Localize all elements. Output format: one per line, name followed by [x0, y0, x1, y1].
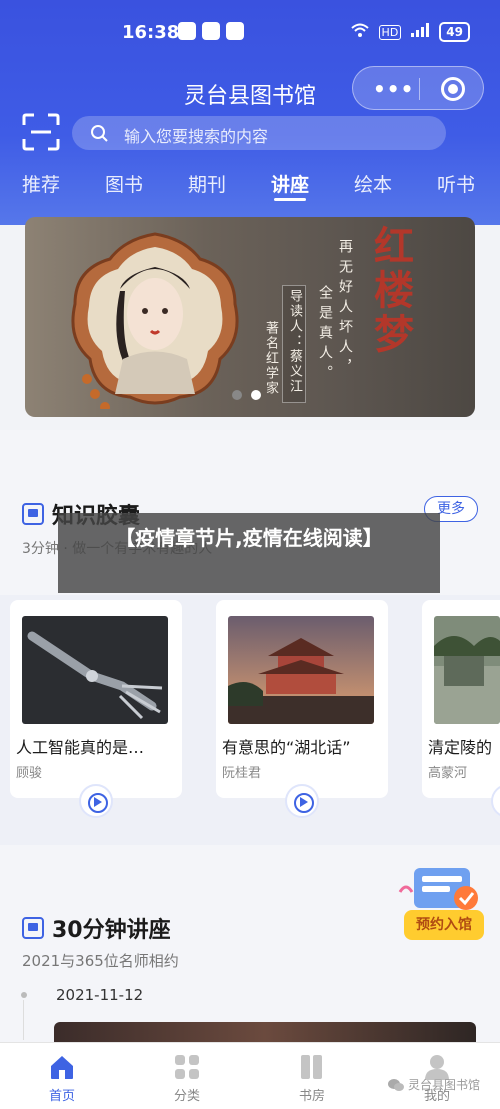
- tomb-image: [434, 616, 500, 724]
- carousel-dots: [232, 390, 261, 400]
- battery-icon: 49: [439, 22, 470, 42]
- lecture-title: 30分钟讲座: [52, 918, 171, 943]
- carousel-dot[interactable]: [232, 390, 242, 400]
- mini-program-capsule[interactable]: •••: [352, 66, 484, 110]
- status-time: 16:38: [122, 22, 180, 43]
- app-notification-icon: [226, 22, 244, 40]
- search-icon: [91, 125, 108, 142]
- status-bar: 16:38 HD 49: [0, 0, 500, 64]
- tab-audiobooks[interactable]: 听书: [437, 170, 475, 197]
- opera-figure-image: [71, 232, 239, 409]
- banner-carousel[interactable]: 导读人：蔡义江 著名红学家 再无好人坏人， 全是真人。 红楼梦: [25, 217, 475, 417]
- play-button[interactable]: [79, 784, 113, 818]
- wifi-icon: [350, 23, 369, 41]
- banner-line-1: 再无好人坏人，: [337, 239, 353, 379]
- card-title: 清定陵的: [428, 738, 493, 757]
- signal-icon: [411, 23, 430, 41]
- tabbar-category[interactable]: 分类: [137, 1043, 237, 1109]
- app-notification-icon: [178, 22, 196, 40]
- wechat-icon: [388, 1078, 404, 1091]
- tabbar-label: 分类: [173, 1089, 200, 1104]
- tabbar-label: 书房: [298, 1089, 325, 1104]
- lecture-subtitle: 2021与365位名师相约: [22, 952, 179, 970]
- reserve-entry-button[interactable]: 预约入馆: [396, 862, 488, 958]
- search-input[interactable]: 输入您要搜索的内容: [72, 116, 446, 150]
- timeline-line: [23, 1000, 24, 1040]
- search-placeholder: 输入您要搜索的内容: [124, 127, 269, 146]
- timeline-dot: [21, 992, 27, 998]
- home-icon: [51, 1056, 73, 1079]
- status-app-icons: [178, 22, 244, 40]
- tab-books[interactable]: 图书: [105, 170, 143, 197]
- scan-icon[interactable]: [22, 113, 60, 151]
- category-tabs: 推荐 图书 期刊 讲座 绘本 听书: [0, 170, 500, 206]
- card-author: 顾骏: [16, 766, 43, 781]
- tabbar-label: 首页: [48, 1089, 75, 1104]
- app-notification-icon: [202, 22, 220, 40]
- tower-image: [228, 616, 374, 724]
- banner-guide: 导读人：蔡义江: [287, 289, 302, 394]
- bookshelf-icon: [301, 1055, 322, 1079]
- card-author: 阮桂君: [222, 766, 262, 781]
- lecture-card[interactable]: 人工智能真的是… 顾骏: [10, 600, 182, 798]
- calligraphy-title: 红楼梦: [367, 225, 414, 357]
- tab-picture-books[interactable]: 绘本: [354, 170, 392, 197]
- robot-arm-image: [22, 616, 168, 724]
- active-tab-indicator: [274, 198, 306, 201]
- tab-lectures[interactable]: 讲座: [271, 170, 309, 197]
- lecture-section-title: 30分钟讲座: [22, 912, 171, 944]
- person-card-icon: [22, 917, 44, 939]
- tabbar-study[interactable]: 书房: [262, 1043, 362, 1109]
- tab-recommend[interactable]: 推荐: [22, 170, 60, 197]
- card-title: 有意思的“湖北话”: [222, 738, 351, 757]
- lecture-date: 2021-11-12: [56, 986, 144, 1004]
- lecture-thumbnail[interactable]: [54, 1022, 476, 1044]
- reserve-label: 预约入馆: [404, 910, 484, 940]
- more-dots-icon[interactable]: •••: [373, 77, 414, 101]
- card-title: 人工智能真的是…: [16, 738, 145, 757]
- play-icon: [94, 797, 102, 807]
- watermark-text: 灵台县图书馆: [408, 1078, 481, 1092]
- lecture-card[interactable]: 清定陵的 高蒙河: [422, 600, 500, 798]
- carousel-dot-active[interactable]: [251, 390, 261, 400]
- banner-line-2: 全是真人。: [317, 285, 333, 385]
- tabbar-home[interactable]: 首页: [12, 1043, 112, 1109]
- grid-icon: [175, 1055, 199, 1079]
- banner-guide-desc: 著名红学家: [263, 321, 278, 396]
- banner-calligraphy: 红楼梦: [365, 225, 475, 415]
- page-overlay-title: 【疫情章节片,疫情在线阅读】: [58, 513, 440, 593]
- play-button[interactable]: [285, 784, 319, 818]
- book-icon: [22, 503, 44, 525]
- capsule-divider: [419, 78, 420, 100]
- hd-label: HD: [378, 24, 402, 40]
- watermark: 灵台县图书馆: [388, 1076, 480, 1093]
- target-ring-icon[interactable]: [441, 77, 465, 101]
- status-indicators: HD 49: [350, 22, 470, 42]
- play-icon: [300, 797, 308, 807]
- card-author: 高蒙河: [428, 766, 468, 781]
- tab-journals[interactable]: 期刊: [188, 170, 226, 197]
- lecture-card[interactable]: 有意思的“湖北话” 阮桂君: [216, 600, 388, 798]
